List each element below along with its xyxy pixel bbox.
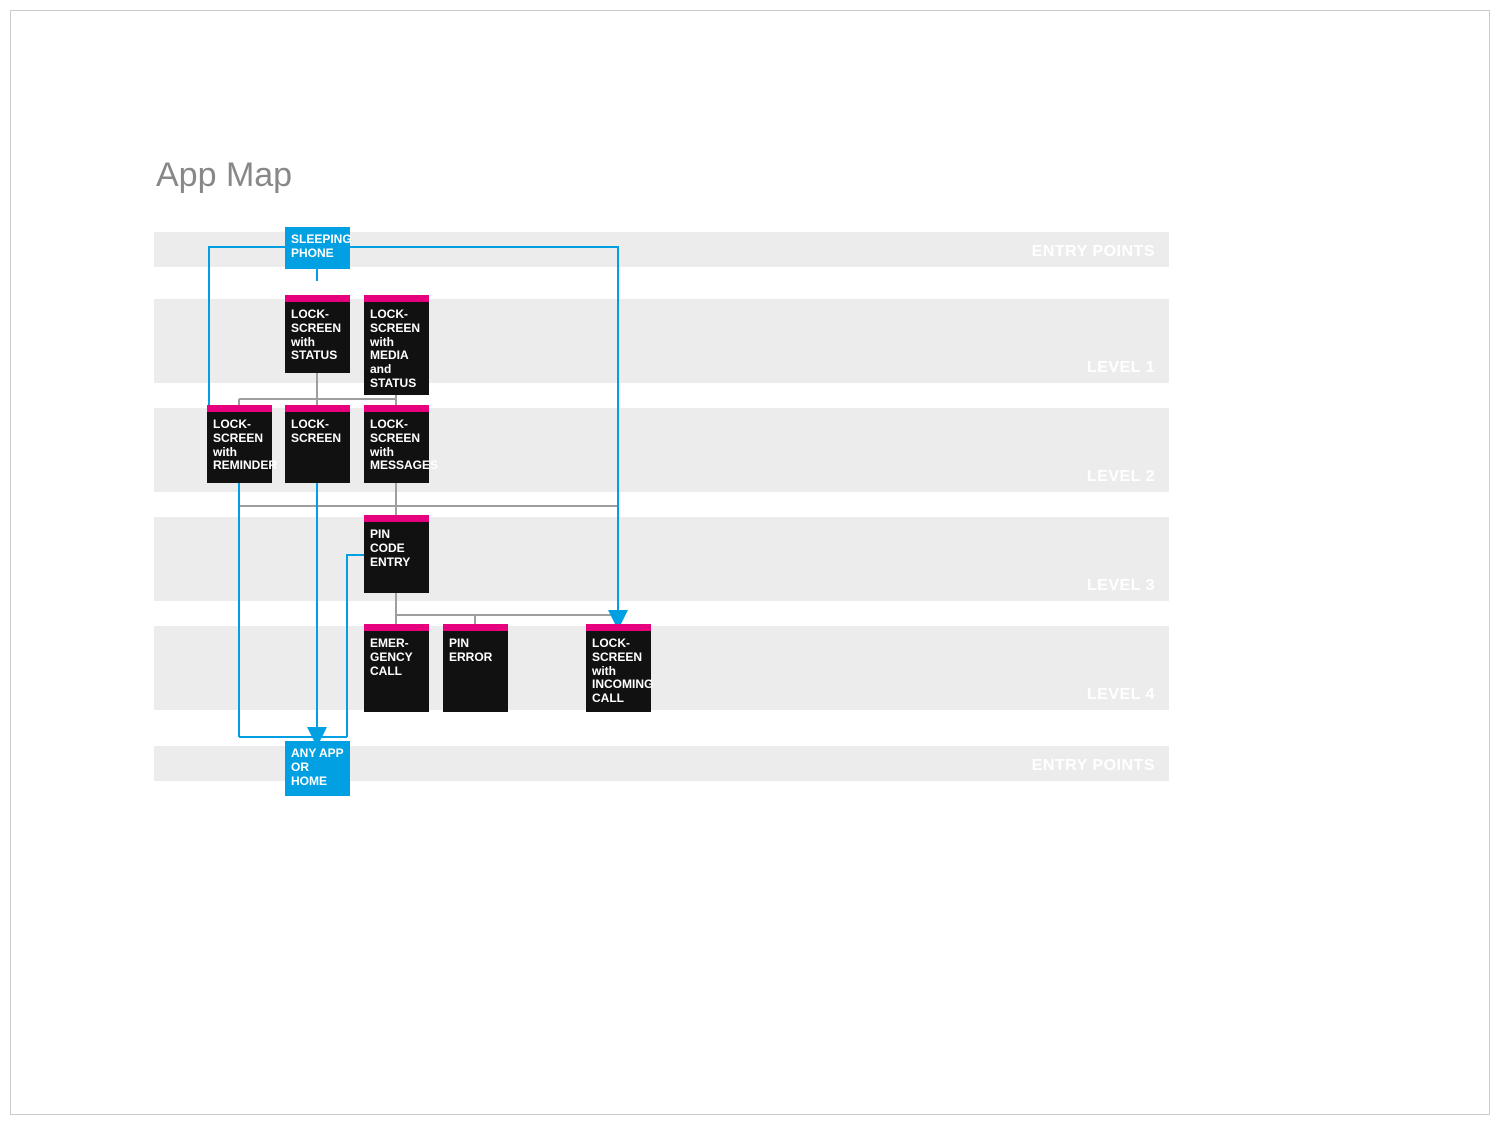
node-lockscreen-media-status: LOCK-SCREENwithMEDIAandSTATUS: [364, 295, 429, 395]
node-label: LOCK-SCREEN: [285, 412, 350, 483]
level-band-label: LEVEL 2: [1087, 468, 1155, 486]
node-accent-bar: [364, 295, 429, 302]
entry-sleeping-phone: SLEEPINGPHONE: [285, 227, 350, 269]
page-title: App Map: [156, 156, 292, 195]
entry-any-app-or-home: ANY APPOR HOME: [285, 741, 350, 796]
node-label: EMER-GENCYCALL: [364, 631, 429, 712]
node-pin-code-entry: PIN CODEENTRY: [364, 515, 429, 593]
node-accent-bar: [364, 515, 429, 522]
node-label: LOCK-SCREENwithSTATUS: [285, 302, 350, 373]
level-band-label: ENTRY POINTS: [1032, 243, 1155, 261]
node-accent-bar: [285, 295, 350, 302]
level-band-label: LEVEL 1: [1087, 359, 1155, 377]
level-band-label: LEVEL 4: [1087, 686, 1155, 704]
node-lockscreen-reminder: LOCK-SCREENwithREMINDER: [207, 405, 272, 483]
level-band: LEVEL 4: [154, 626, 1169, 710]
level-band-label: LEVEL 3: [1087, 577, 1155, 595]
node-accent-bar: [285, 405, 350, 412]
node-label: LOCK-SCREENwithMESSAGES: [364, 412, 429, 483]
node-pin-error: PINERROR: [443, 624, 508, 712]
node-accent-bar: [364, 405, 429, 412]
level-band: LEVEL 3: [154, 517, 1169, 601]
node-label: LOCK-SCREENwithREMINDER: [207, 412, 272, 483]
node-lockscreen-messages: LOCK-SCREENwithMESSAGES: [364, 405, 429, 483]
node-accent-bar: [443, 624, 508, 631]
node-label: PINERROR: [443, 631, 508, 712]
node-accent-bar: [207, 405, 272, 412]
entry-label: ANY APPOR HOME: [291, 747, 344, 788]
node-lockscreen-incoming-call: LOCK-SCREENwithINCOMINGCALL: [586, 624, 651, 712]
node-accent-bar: [586, 624, 651, 631]
node-label: PIN CODEENTRY: [364, 522, 429, 593]
node-lockscreen: LOCK-SCREEN: [285, 405, 350, 483]
level-band-label: ENTRY POINTS: [1032, 757, 1155, 775]
node-label: LOCK-SCREENwithMEDIAandSTATUS: [364, 302, 429, 395]
node-lockscreen-status: LOCK-SCREENwithSTATUS: [285, 295, 350, 373]
entry-label: SLEEPINGPHONE: [291, 233, 344, 261]
node-accent-bar: [364, 624, 429, 631]
node-emergency-call: EMER-GENCYCALL: [364, 624, 429, 712]
node-label: LOCK-SCREENwithINCOMINGCALL: [586, 631, 651, 712]
diagram-frame: App Map ENTRY POINTS LEVEL 1 LEVEL 2 LEVEL …: [10, 10, 1490, 1115]
